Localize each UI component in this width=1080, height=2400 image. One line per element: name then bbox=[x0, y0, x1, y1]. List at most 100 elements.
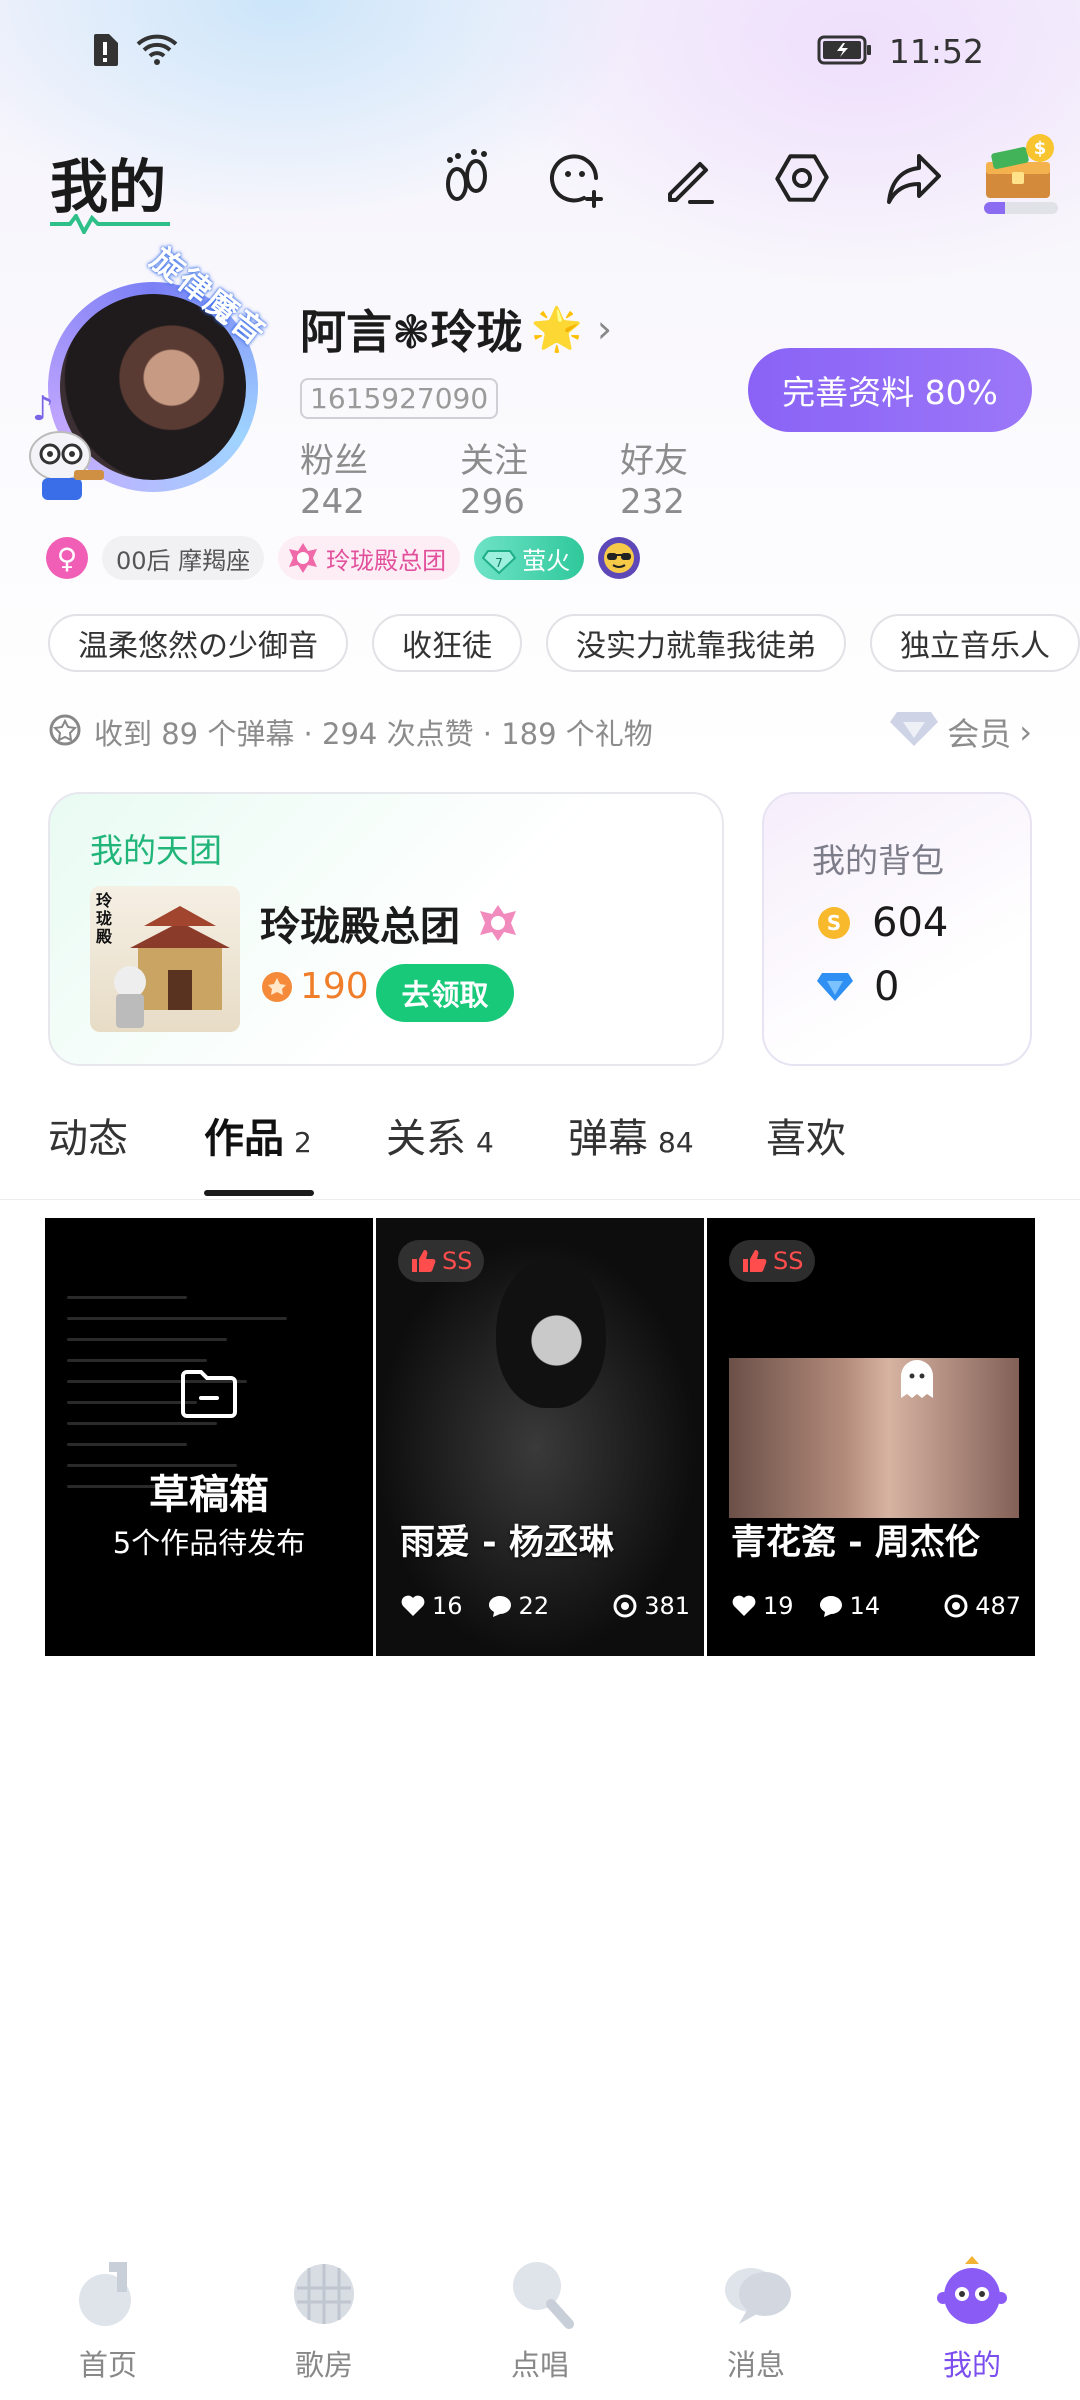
badge-row: ♀ 00后 摩羯座 玲珑殿总团 7 萤火 bbox=[46, 536, 641, 580]
ghost-sticker-icon bbox=[901, 1360, 933, 1398]
fire-level-badge[interactable]: 7 萤火 bbox=[474, 536, 585, 580]
coin-icon: S bbox=[818, 907, 850, 939]
nav-me[interactable]: 我的 bbox=[902, 2254, 1042, 2384]
svg-text:$: $ bbox=[1034, 138, 1047, 159]
star-emoji: 🌟 bbox=[530, 304, 583, 353]
sim-alert-icon bbox=[92, 34, 118, 70]
add-friend-icon[interactable] bbox=[542, 142, 614, 214]
claim-button[interactable]: 去领取 bbox=[376, 964, 514, 1022]
friends-stat[interactable]: 好友 232 bbox=[620, 433, 760, 522]
team-name: 玲珑殿总团 bbox=[260, 904, 460, 950]
works-grid: 草稿箱 5个作品待发布 SS 雨爱 - 杨丞琳 16 22 381 SS 青花瓷… bbox=[45, 1218, 1035, 1656]
disco-ball-icon bbox=[294, 2264, 354, 2324]
work-cover-image bbox=[729, 1358, 1019, 1518]
personal-tags: 温柔悠然の少御音 收狂徒 没实力就靠我徒弟 独立音乐人 bbox=[48, 614, 1080, 674]
social-stats: 粉丝 242 关注 296 好友 232 bbox=[300, 433, 760, 522]
complete-profile-button[interactable]: 完善资料 80% bbox=[748, 348, 1032, 432]
backpack-card[interactable]: 我的背包 S 604 0 bbox=[762, 792, 1032, 1066]
home-icon bbox=[79, 2262, 131, 2326]
team-thumbnail: 玲 珑 殿 bbox=[90, 886, 240, 1032]
work-title: 青花瓷 - 周杰伦 bbox=[731, 1523, 980, 1563]
ss-rating-badge: SS bbox=[729, 1240, 816, 1282]
nav-ktv-room[interactable]: 歌房 bbox=[254, 2254, 394, 2384]
battery-icon bbox=[817, 35, 873, 69]
tab-relations[interactable]: 关系 4 bbox=[386, 1106, 494, 1164]
views-icon bbox=[944, 1594, 968, 1618]
comment-icon bbox=[819, 1596, 842, 1617]
title-wave-decoration bbox=[50, 214, 170, 234]
chest-progress-bar bbox=[984, 202, 1058, 214]
nav-request-song[interactable]: 点唱 bbox=[470, 2254, 610, 2384]
footprint-icon[interactable] bbox=[430, 142, 502, 214]
work-stats: 19 14 487 bbox=[731, 1592, 1021, 1620]
profile-info: 阿言❃玲珑 🌟 › 1615927090 粉丝 242 关注 296 好友 23… bbox=[300, 296, 760, 522]
drafts-tile[interactable]: 草稿箱 5个作品待发布 bbox=[45, 1218, 373, 1656]
user-id[interactable]: 1615927090 bbox=[300, 378, 499, 419]
interaction-summary: 收到 89 个弹幕 · 294 次点赞 · 189 个礼物 bbox=[94, 717, 653, 751]
group-badge-label: 玲珑殿总团 bbox=[326, 546, 447, 575]
drafts-title: 草稿箱 bbox=[149, 1472, 269, 1518]
tab-posts[interactable]: 动态 bbox=[48, 1106, 138, 1164]
wifi-icon bbox=[136, 34, 178, 70]
orange-star-coin-icon bbox=[262, 971, 292, 1002]
heart-icon bbox=[732, 1595, 756, 1616]
microphone-icon bbox=[513, 2262, 574, 2329]
message-bubble-icon bbox=[725, 2268, 791, 2324]
work-tile[interactable]: SS 青花瓷 - 周杰伦 19 14 487 bbox=[707, 1218, 1035, 1656]
gender-female-icon: ♀ bbox=[46, 537, 88, 579]
settings-icon[interactable] bbox=[766, 142, 838, 214]
diamond-level-icon: 7 bbox=[482, 550, 517, 575]
tag-chip[interactable]: 收狂徒 bbox=[372, 614, 522, 672]
backpack-title: 我的背包 bbox=[812, 841, 944, 880]
summary-row: 收到 89 个弹幕 · 294 次点赞 · 189 个礼物 会员 › bbox=[48, 706, 1032, 758]
svg-text:♪: ♪ bbox=[32, 392, 54, 429]
sunglasses-emoji-icon[interactable] bbox=[598, 537, 641, 579]
thumbs-up-icon bbox=[743, 1250, 767, 1272]
team-points: 190 bbox=[260, 966, 369, 1007]
age-zodiac-badge: 00后 摩羯座 bbox=[102, 536, 265, 580]
mascot-me-icon bbox=[937, 2256, 1007, 2324]
ss-rating-badge: SS bbox=[398, 1240, 485, 1282]
nickname: 阿言❃玲珑 bbox=[300, 305, 523, 359]
group-badge[interactable]: 玲珑殿总团 bbox=[278, 536, 461, 580]
clock: 11:52 bbox=[888, 32, 984, 71]
fans-stat[interactable]: 粉丝 242 bbox=[300, 433, 440, 522]
folder-icon bbox=[181, 1370, 237, 1418]
share-icon[interactable] bbox=[878, 142, 950, 214]
work-stats: 16 22 381 bbox=[400, 1592, 690, 1620]
status-bar: 11:52 bbox=[0, 0, 1080, 110]
team-emblem-icon bbox=[480, 905, 516, 941]
tab-danmaku[interactable]: 弹幕 84 bbox=[568, 1106, 694, 1164]
bottom-navigation: 首页 歌房 点唱 消息 我的 bbox=[0, 2240, 1080, 2400]
drafts-subtitle: 5个作品待发布 bbox=[112, 1526, 306, 1560]
views-icon bbox=[613, 1594, 637, 1618]
team-card[interactable]: 我的天团 玲 珑 殿 玲珑殿总团 190 去领取 bbox=[48, 792, 724, 1066]
heart-icon bbox=[401, 1595, 425, 1616]
tag-chip[interactable]: 温柔悠然の少御音 bbox=[48, 614, 348, 672]
tab-likes[interactable]: 喜欢 bbox=[766, 1106, 856, 1164]
team-name-row: 玲珑殿总团 bbox=[260, 894, 524, 952]
coin-balance: S 604 bbox=[816, 900, 948, 946]
header: 我的 $ bbox=[0, 130, 1080, 250]
page-title: 我的 bbox=[50, 153, 167, 221]
diamond-balance: 0 bbox=[816, 964, 899, 1010]
active-tab-indicator bbox=[204, 1190, 314, 1196]
chevron-right-icon: › bbox=[596, 307, 613, 351]
avatar[interactable]: 旋律魔音 ♪ bbox=[20, 240, 280, 512]
diamond-icon bbox=[817, 973, 853, 1001]
edit-icon[interactable] bbox=[654, 142, 726, 214]
thumbs-up-icon bbox=[412, 1250, 436, 1272]
nav-home[interactable]: 首页 bbox=[38, 2254, 178, 2384]
following-stat[interactable]: 关注 296 bbox=[460, 433, 600, 522]
content-tabs: 动态 作品 2 关系 4 弹幕 84 喜欢 bbox=[0, 1096, 1080, 1200]
work-cover-subject bbox=[496, 1258, 606, 1408]
vip-label: 会员 bbox=[947, 715, 1012, 753]
badge-outline-icon bbox=[48, 713, 82, 751]
vip-link[interactable]: 会员 › bbox=[889, 708, 1032, 756]
tag-chip[interactable]: 独立音乐人 bbox=[870, 614, 1080, 672]
nav-messages[interactable]: 消息 bbox=[686, 2254, 826, 2384]
tab-works[interactable]: 作品 2 bbox=[204, 1106, 312, 1164]
work-tile[interactable]: SS 雨爱 - 杨丞琳 16 22 381 bbox=[376, 1218, 704, 1656]
tag-chip[interactable]: 没实力就靠我徒弟 bbox=[546, 614, 846, 672]
nickname-row[interactable]: 阿言❃玲珑 🌟 › bbox=[300, 296, 760, 362]
